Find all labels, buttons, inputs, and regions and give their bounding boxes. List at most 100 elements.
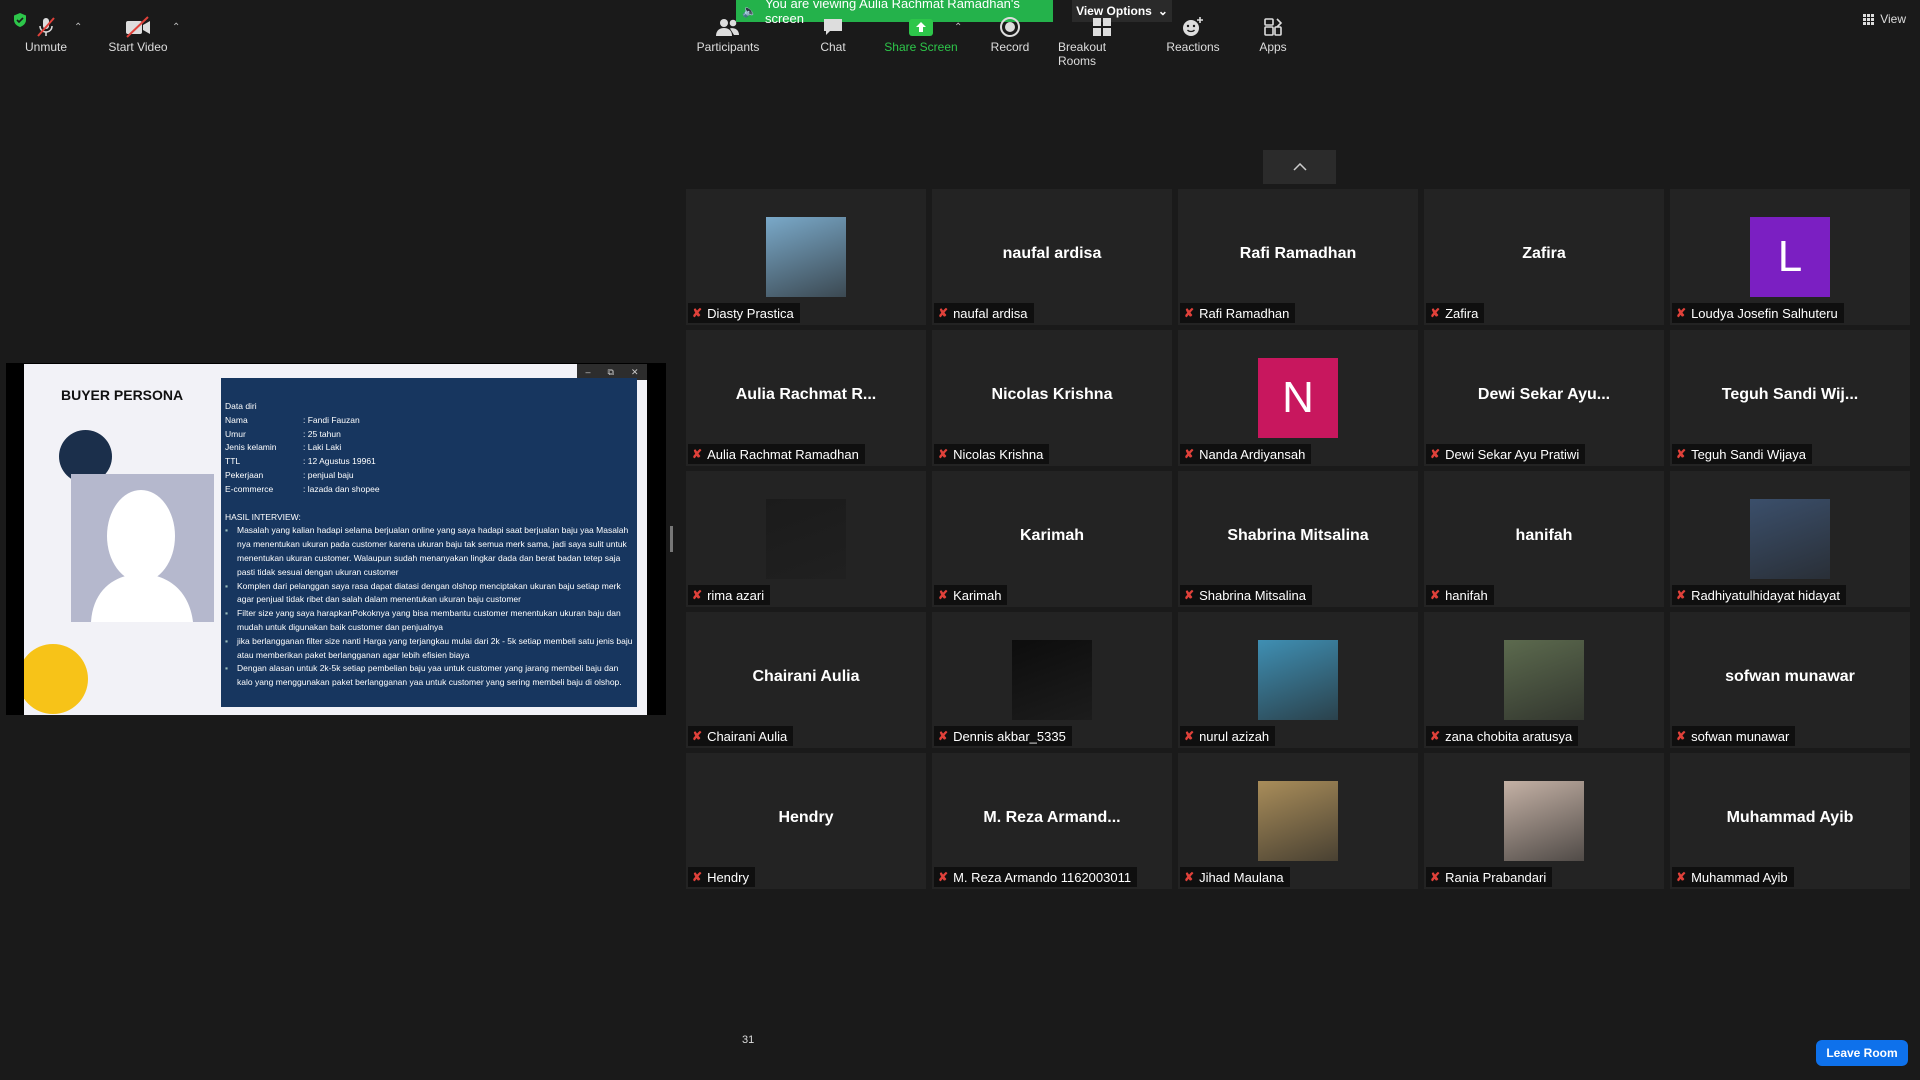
participant-tile[interactable]: naufal ardisa ✘ naufal ardisa [932,189,1172,325]
muted-mic-icon: ✘ [938,729,949,743]
record-button[interactable]: Record [990,14,1030,54]
participant-name-label: ✘ Rania Prabandari [1426,867,1553,887]
participant-name-label: ✘ hanifah [1426,585,1494,605]
gallery-page-up-button[interactable] [1263,150,1336,184]
breakout-rooms-label: Breakout Rooms [1058,40,1107,68]
bullet-icon: ▪ [225,525,229,536]
participant-tile[interactable]: Rafi Ramadhan ✘ Rafi Ramadhan [1178,189,1418,325]
participant-name: Rania Prabandari [1445,869,1547,885]
participant-tile[interactable]: Karimah ✘ Karimah [932,471,1172,607]
participant-name: Dennis akbar_5335 [953,728,1066,744]
participant-name-label: ✘ Dennis akbar_5335 [934,726,1072,746]
participant-tile[interactable]: Dewi Sekar Ayu... ✘ Dewi Sekar Ayu Pratiwi [1424,330,1664,466]
participant-profile-photo [1258,781,1338,861]
share-screen-icon [909,19,933,36]
participant-tile[interactable]: ✘ Dennis akbar_5335 [932,612,1172,748]
participant-display-name: Aulia Rachmat R... [735,386,877,403]
participant-display-name: Hendry [778,809,834,826]
apps-button[interactable]: Apps [1258,14,1288,54]
participant-name: Chairani Aulia [707,728,788,744]
field-key: TTL [225,456,241,467]
participant-name-label: ✘ sofwan munawar [1672,726,1796,746]
participant-tile[interactable]: ✘ Diasty Prastica [686,189,926,325]
participant-name: M. Reza Armando 1162003011 [953,869,1132,885]
share-options-caret-icon[interactable]: ⌃ [954,22,962,33]
apps-icon [1264,18,1283,36]
participant-name-label: ✘ Rafi Ramadhan [1180,303,1296,323]
participant-name: Hendry [707,869,749,885]
muted-mic-icon: ✘ [1676,870,1687,884]
bullet-text: Masalah yang kalian hadapi selama berjua… [237,525,629,577]
apps-label: Apps [1259,40,1287,54]
participant-display-name: Teguh Sandi Wij... [1721,386,1859,403]
participant-display-name: Muhammad Ayib [1726,809,1854,826]
participant-tile[interactable]: Aulia Rachmat R... ✘ Aulia Rachmat Ramadha… [686,330,926,466]
participant-tile[interactable]: Shabrina Mitsalina ✘ Shabrina Mitsalina [1178,471,1418,607]
muted-mic-icon: ✘ [1430,588,1441,602]
participant-tile[interactable]: Teguh Sandi Wij... ✘ Teguh Sandi Wijaya [1670,330,1910,466]
participant-name: hanifah [1445,587,1488,603]
split-view-resize-handle[interactable] [670,526,673,552]
chat-label: Chat [820,40,846,54]
share-screen-button[interactable]: Share Screen [884,14,958,54]
participant-tile[interactable]: M. Reza Armand... ✘ M. Reza Armando 116200… [932,753,1172,889]
leave-room-button[interactable]: Leave Room [1816,1040,1908,1066]
participant-tile[interactable]: Chairani Aulia ✘ Chairani Aulia [686,612,926,748]
participant-tile[interactable]: Zafira ✘ Zafira [1424,189,1664,325]
breakout-rooms-button[interactable]: Breakout Rooms [1058,14,1146,68]
start-video-label: Start Video [108,40,168,54]
muted-mic-icon: ✘ [1676,306,1687,320]
muted-mic-icon: ✘ [1430,447,1441,461]
participant-tile[interactable]: ✘ Radhiyatulhidayat hidayat [1670,471,1910,607]
participant-name-label: ✘ naufal ardisa [934,303,1034,323]
reactions-button[interactable]: Reactions [1166,14,1220,54]
participant-tile[interactable]: Hendry ✘ Hendry [686,753,926,889]
chat-button[interactable]: Chat [814,14,852,54]
start-video-button[interactable]: Start Video [106,14,170,54]
participant-tile[interactable]: Muhammad Ayib ✘ Muhammad Ayib [1670,753,1910,889]
participant-display-name: sofwan munawar [1725,668,1855,685]
participant-name-label: ✘ Muhammad Ayib [1672,867,1794,887]
muted-mic-icon: ✘ [1676,447,1687,461]
muted-mic-icon: ✘ [938,588,949,602]
close-icon: ✕ [630,366,639,377]
participant-tile[interactable]: ✘ Jihad Maulana [1178,753,1418,889]
participants-button[interactable]: Participants [694,14,762,54]
field-row: E-commerce: lazada dan shopee [225,483,633,497]
audio-options-caret-icon[interactable]: ⌃ [74,22,82,33]
participant-tile[interactable]: sofwan munawar ✘ sofwan munawar [1670,612,1910,748]
data-diri-heading: Data diri [225,401,257,411]
participant-name: nurul azizah [1199,728,1270,744]
field-key: Nama [225,414,248,425]
participant-name-label: ✘ zana chobita aratusya [1426,726,1579,746]
participant-tile[interactable]: ✘ zana chobita aratusya [1424,612,1664,748]
participant-profile-photo [766,499,846,579]
video-options-caret-icon[interactable]: ⌃ [172,22,180,33]
participant-name: naufal ardisa [953,305,1028,321]
participant-tile[interactable]: hanifah ✘ hanifah [1424,471,1664,607]
participant-tile[interactable]: ✘ nurul azizah [1178,612,1418,748]
participant-tile[interactable]: ✘ rima azari [686,471,926,607]
participant-tile[interactable]: ✘ Rania Prabandari [1424,753,1664,889]
participant-profile-photo [766,217,846,297]
interview-heading: HASIL INTERVIEW: [225,511,301,522]
muted-mic-icon: ✘ [1184,588,1195,602]
participant-name: Jihad Maulana [1199,869,1284,885]
participant-profile-photo [1504,781,1584,861]
share-screen-label: Share Screen [884,40,958,54]
unmute-label: Unmute [24,40,68,54]
participant-tile[interactable]: L ✘ Loudya Josefin Salhuteru [1670,189,1910,325]
slide-title: BUYER PERSONA [61,387,184,403]
muted-mic-icon: ✘ [938,870,949,884]
participant-name: Loudya Josefin Salhuteru [1691,305,1838,321]
participant-profile-photo [1750,499,1830,579]
view-button[interactable]: View [1863,12,1906,26]
participant-name-label: ✘ Diasty Prastica [688,303,800,323]
participant-tile[interactable]: Nicolas Krishna ✘ Nicolas Krishna [932,330,1172,466]
participant-name: Dewi Sekar Ayu Pratiwi [1445,446,1580,462]
field-value: : Laki Laki [303,442,342,453]
interview-bullet: ▪ Dengan alasan untuk 2k-5k setiap pembel… [225,662,633,690]
participant-tile[interactable]: N ✘ Nanda Ardiyansah [1178,330,1418,466]
unmute-button[interactable]: Unmute [20,14,72,54]
participant-initial-avatar: L [1750,217,1830,297]
